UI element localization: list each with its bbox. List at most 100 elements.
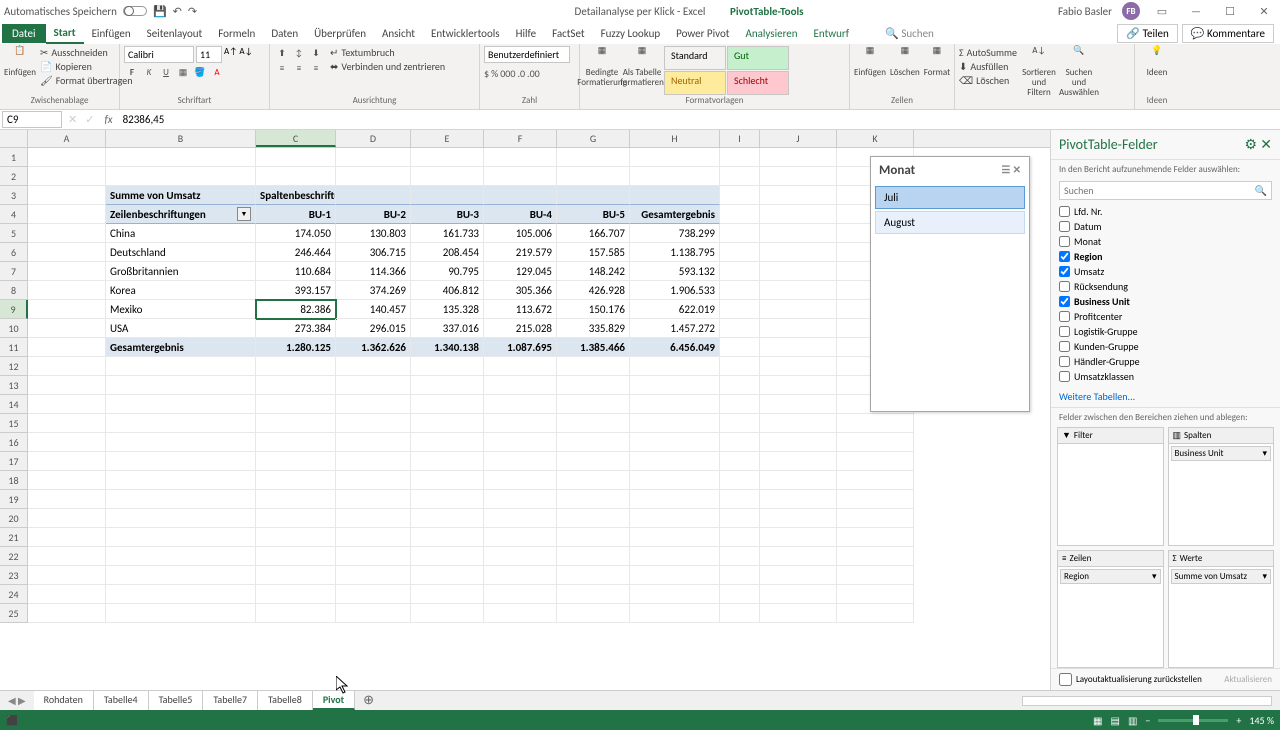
cell-A9[interactable]: [28, 300, 106, 319]
cell-H22[interactable]: [630, 547, 720, 566]
cell-H11[interactable]: 6.456.049: [630, 338, 720, 357]
cell-J24[interactable]: [760, 585, 837, 604]
field-Business Unit[interactable]: Business Unit: [1059, 294, 1272, 309]
tab-ansicht[interactable]: Ansicht: [374, 24, 423, 43]
fill-button[interactable]: ⬇ Ausfüllen: [959, 60, 1017, 73]
cell-F1[interactable]: [484, 148, 557, 167]
cell-K22[interactable]: [837, 547, 914, 566]
cell-B25[interactable]: [106, 604, 256, 623]
autosum-button[interactable]: Σ AutoSumme: [959, 46, 1017, 59]
cell-F2[interactable]: [484, 167, 557, 186]
cell-J4[interactable]: [760, 205, 837, 224]
cell-B10[interactable]: USA: [106, 319, 256, 338]
cell-B18[interactable]: [106, 471, 256, 490]
columns-area-item[interactable]: Business Unit▾: [1171, 446, 1272, 461]
cell-I22[interactable]: [720, 547, 760, 566]
cell-C7[interactable]: 110.684: [256, 262, 336, 281]
cell-D11[interactable]: 1.362.626: [336, 338, 411, 357]
cell-J15[interactable]: [760, 414, 837, 433]
cell-D8[interactable]: 374.269: [336, 281, 411, 300]
cell-E18[interactable]: [411, 471, 484, 490]
cell-A17[interactable]: [28, 452, 106, 471]
cell-F10[interactable]: 215.028: [484, 319, 557, 338]
tab-start[interactable]: Start: [46, 23, 84, 44]
view-pagebreak-icon[interactable]: ▥: [1128, 714, 1137, 727]
cell-H8[interactable]: 1.906.533: [630, 281, 720, 300]
cell-I5[interactable]: [720, 224, 760, 243]
cell-I14[interactable]: [720, 395, 760, 414]
cell-D7[interactable]: 114.366: [336, 262, 411, 281]
tab-daten[interactable]: Daten: [263, 24, 306, 43]
align-left-icon[interactable]: ≡: [274, 61, 290, 75]
cell-H1[interactable]: [630, 148, 720, 167]
cell-D22[interactable]: [336, 547, 411, 566]
cell-G14[interactable]: [557, 395, 630, 414]
sheet-tab-Tabelle5[interactable]: Tabelle5: [149, 691, 204, 710]
cell-A13[interactable]: [28, 376, 106, 395]
cell-F14[interactable]: [484, 395, 557, 414]
cell-A16[interactable]: [28, 433, 106, 452]
sheet-tab-Tabelle7[interactable]: Tabelle7: [203, 691, 258, 710]
cell-D18[interactable]: [336, 471, 411, 490]
undo-icon[interactable]: ↶: [173, 5, 182, 18]
cell-C20[interactable]: [256, 509, 336, 528]
cell-F9[interactable]: 113.672: [484, 300, 557, 319]
cell-B4[interactable]: Zeilenbeschriftungen▼: [106, 205, 256, 224]
cell-D15[interactable]: [336, 414, 411, 433]
cell-D16[interactable]: [336, 433, 411, 452]
cell-I25[interactable]: [720, 604, 760, 623]
more-tables-link[interactable]: Weitere Tabellen...: [1051, 386, 1280, 407]
cell-J22[interactable]: [760, 547, 837, 566]
cell-I15[interactable]: [720, 414, 760, 433]
zoom-level[interactable]: 145 %: [1249, 714, 1274, 727]
cell-E23[interactable]: [411, 566, 484, 585]
cell-D23[interactable]: [336, 566, 411, 585]
tab-einfuegen[interactable]: Einfügen: [84, 24, 139, 43]
cell-F13[interactable]: [484, 376, 557, 395]
cell-K18[interactable]: [837, 471, 914, 490]
decrease-font-icon[interactable]: A↓: [239, 46, 252, 63]
cell-J25[interactable]: [760, 604, 837, 623]
field-Lfd. Nr.[interactable]: Lfd. Nr.: [1059, 204, 1272, 219]
cell-H9[interactable]: 622.019: [630, 300, 720, 319]
cell-I20[interactable]: [720, 509, 760, 528]
cell-D25[interactable]: [336, 604, 411, 623]
cell-B5[interactable]: China: [106, 224, 256, 243]
filter-area[interactable]: ▼Filter: [1057, 427, 1164, 546]
tab-ueberpruefen[interactable]: Überprüfen: [306, 24, 374, 43]
cell-J18[interactable]: [760, 471, 837, 490]
cell-I11[interactable]: [720, 338, 760, 357]
cell-H5[interactable]: 738.299: [630, 224, 720, 243]
horizontal-scrollbar[interactable]: [1022, 696, 1272, 706]
tab-factset[interactable]: FactSet: [544, 24, 593, 43]
tab-powerpivot[interactable]: Power Pivot: [668, 24, 737, 43]
tab-formeln[interactable]: Formeln: [210, 24, 263, 43]
cell-G4[interactable]: BU-5: [557, 205, 630, 224]
cell-G9[interactable]: 150.176: [557, 300, 630, 319]
cell-F21[interactable]: [484, 528, 557, 547]
cell-B20[interactable]: [106, 509, 256, 528]
cell-G19[interactable]: [557, 490, 630, 509]
cell-C4[interactable]: BU-1: [256, 205, 336, 224]
font-color-button[interactable]: A: [209, 65, 225, 79]
cell-C16[interactable]: [256, 433, 336, 452]
cell-F11[interactable]: 1.087.695: [484, 338, 557, 357]
cell-K19[interactable]: [837, 490, 914, 509]
sheet-tab-Rohdaten[interactable]: Rohdaten: [34, 691, 94, 710]
cell-I6[interactable]: [720, 243, 760, 262]
clear-button[interactable]: ⌫ Löschen: [959, 74, 1017, 87]
cell-H10[interactable]: 1.457.272: [630, 319, 720, 338]
cell-I1[interactable]: [720, 148, 760, 167]
format-cells-button[interactable]: ▦Format: [924, 46, 950, 95]
cell-H25[interactable]: [630, 604, 720, 623]
name-box[interactable]: C9: [2, 111, 62, 128]
font-name-combo[interactable]: Calibri: [124, 46, 194, 63]
cell-F17[interactable]: [484, 452, 557, 471]
cell-H6[interactable]: 1.138.795: [630, 243, 720, 262]
add-sheet-button[interactable]: ⊕: [355, 693, 382, 708]
bold-button[interactable]: F: [124, 65, 140, 79]
close-icon[interactable]: ✕: [1252, 3, 1276, 19]
cell-H17[interactable]: [630, 452, 720, 471]
cell-G13[interactable]: [557, 376, 630, 395]
zoom-in-icon[interactable]: +: [1236, 714, 1241, 727]
